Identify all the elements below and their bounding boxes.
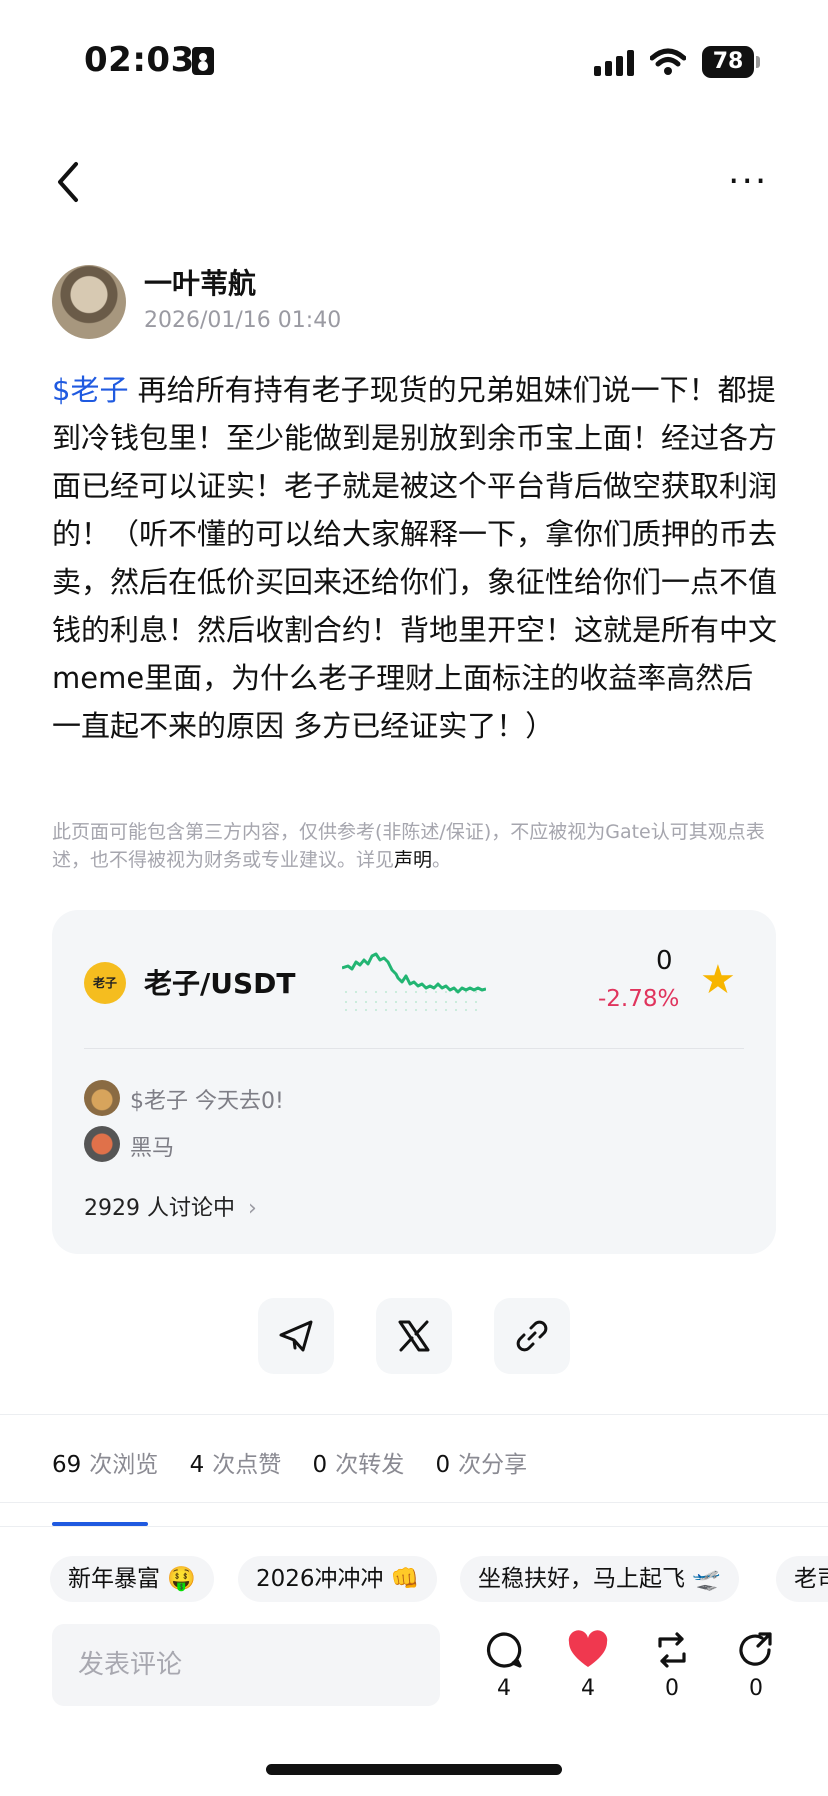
share-telegram-button[interactable] xyxy=(258,1298,334,1374)
heart-icon xyxy=(568,1630,608,1667)
reposts-label: 次转发 xyxy=(335,1452,405,1478)
disclaimer-end: 。 xyxy=(432,849,452,871)
post-body: $老子 再给所有持有老子现货的兄弟姐妹们说一下！都提到冷钱包里！至少能做到是别放… xyxy=(52,366,782,750)
comment-count: 4 xyxy=(497,1676,511,1701)
likes-label: 次点赞 xyxy=(212,1452,282,1478)
repost-count: 0 xyxy=(665,1676,679,1701)
section-divider xyxy=(0,1502,828,1503)
copy-link-button[interactable] xyxy=(494,1298,570,1374)
reposts-count: 0 xyxy=(312,1452,328,1478)
back-icon[interactable] xyxy=(48,160,88,204)
coin-logo: 老子 xyxy=(84,962,126,1004)
share-count: 0 xyxy=(749,1676,763,1701)
like-action[interactable]: 4 xyxy=(558,1630,618,1701)
share-action[interactable]: 0 xyxy=(726,1630,786,1701)
post-timestamp: 2026/01/16 01:40 xyxy=(144,308,342,333)
shares-label: 次分享 xyxy=(458,1452,528,1478)
comment-action[interactable]: 4 xyxy=(474,1630,534,1701)
likes-count: 4 xyxy=(189,1452,205,1478)
comment-input[interactable] xyxy=(52,1624,440,1706)
card-divider xyxy=(84,1048,744,1049)
section-divider xyxy=(0,1414,828,1415)
disclaimer-link[interactable]: 声明 xyxy=(394,849,432,871)
x-icon xyxy=(398,1320,430,1352)
shares-count: 0 xyxy=(435,1452,451,1478)
battery-tip xyxy=(756,56,760,68)
post-body-text: 再给所有持有老子现货的兄弟姐妹们说一下！都提到冷钱包里！至少能做到是别放到余币宝… xyxy=(52,373,778,743)
home-indicator[interactable] xyxy=(266,1764,562,1775)
discussion-link[interactable]: 2929 人讨论中 › xyxy=(84,1190,257,1222)
views-count: 69 xyxy=(52,1452,82,1478)
repost-action[interactable]: 0 xyxy=(642,1630,702,1701)
topic-avatar xyxy=(84,1080,120,1116)
like-count: 4 xyxy=(581,1676,595,1701)
quick-reply-chip[interactable]: 新年暴富 🤑 xyxy=(50,1556,214,1602)
favorite-star-icon[interactable]: ★ xyxy=(700,960,736,1000)
chevron-right-icon: › xyxy=(247,1196,257,1221)
link-icon xyxy=(516,1320,548,1352)
author-name[interactable]: 一叶苇航 xyxy=(144,262,256,302)
token-price: 0 xyxy=(656,946,673,976)
discussion-count: 2929 人讨论中 xyxy=(84,1196,235,1221)
token-pair[interactable]: 老子/USDT xyxy=(144,962,295,1002)
share-icon xyxy=(739,1632,772,1666)
author-avatar[interactable] xyxy=(52,265,126,339)
post-token-tag[interactable]: $老子 xyxy=(52,373,128,407)
cellular-signal-icon xyxy=(594,50,634,76)
topic-item[interactable]: $老子 今天去0! xyxy=(130,1083,284,1115)
post-stats: 69 次浏览 4 次点赞 0 次转发 0 次分享 xyxy=(52,1445,551,1479)
status-time: 02:03 xyxy=(84,40,195,80)
disclaimer: 此页面可能包含第三方内容，仅供参考(非陈述/保证)，不应被视为Gate认可其观点… xyxy=(52,818,772,874)
more-options-icon[interactable]: ··· xyxy=(728,164,768,200)
quick-reply-chip[interactable]: 老司 xyxy=(776,1556,828,1602)
topic-item[interactable]: 黑马 xyxy=(130,1130,174,1162)
price-change: -2.78% xyxy=(598,986,680,1012)
wifi-icon xyxy=(650,48,686,75)
comment-icon xyxy=(486,1632,522,1668)
quick-reply-chip[interactable]: 2026冲冲冲 👊 xyxy=(238,1556,438,1602)
repost-icon xyxy=(658,1632,686,1668)
battery-icon: 78 xyxy=(702,46,754,78)
quick-reply-chip[interactable]: 坐稳扶好，马上起飞 🛫 xyxy=(460,1556,739,1602)
views-label: 次浏览 xyxy=(89,1452,159,1478)
section-divider xyxy=(0,1526,828,1527)
sim-card-icon xyxy=(192,47,214,75)
share-x-button[interactable] xyxy=(376,1298,452,1374)
telegram-icon xyxy=(279,1320,313,1352)
price-sparkline xyxy=(342,952,486,1011)
topic-avatar xyxy=(84,1126,120,1162)
